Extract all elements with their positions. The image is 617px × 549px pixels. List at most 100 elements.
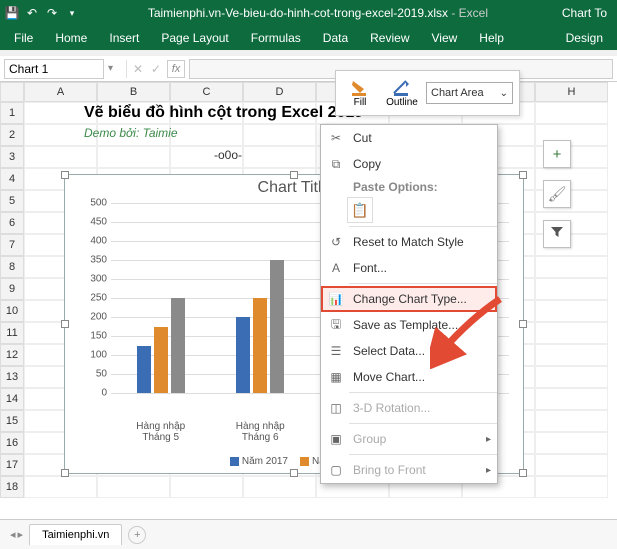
resize-handle[interactable] <box>519 469 527 477</box>
chart-element-select[interactable]: Chart Area ⌄ <box>426 82 513 104</box>
sheet-tab[interactable]: Taimienphi.vn <box>29 524 122 545</box>
menu-reset-style[interactable]: ↺Reset to Match Style <box>321 229 497 255</box>
chart-styles-button[interactable]: 🖌 <box>543 180 571 208</box>
outline-button[interactable]: Outline <box>384 79 420 108</box>
row-header[interactable]: 7 <box>0 234 24 256</box>
tab-file[interactable]: File <box>8 27 39 49</box>
row-header[interactable]: 8 <box>0 256 24 278</box>
cell[interactable] <box>535 432 608 454</box>
row-header[interactable]: 14 <box>0 388 24 410</box>
resize-handle[interactable] <box>519 171 527 179</box>
cell[interactable] <box>243 146 316 168</box>
fill-button[interactable]: Fill <box>342 79 378 108</box>
add-sheet-button[interactable]: + <box>128 526 146 544</box>
cell[interactable] <box>243 476 316 498</box>
cell[interactable] <box>535 102 608 124</box>
bar[interactable] <box>137 346 151 394</box>
cell[interactable] <box>535 410 608 432</box>
resize-handle[interactable] <box>519 320 527 328</box>
tab-view[interactable]: View <box>426 27 464 49</box>
row-header[interactable]: 9 <box>0 278 24 300</box>
namebox-dropdown-icon[interactable]: ▾ <box>108 63 122 74</box>
menu-font[interactable]: AFont... <box>321 255 497 281</box>
qat-dropdown-icon[interactable]: ▾ <box>64 5 80 21</box>
resize-handle[interactable] <box>290 171 298 179</box>
save-icon[interactable]: 💾 <box>4 5 20 21</box>
tab-design[interactable]: Design <box>560 27 609 49</box>
tab-help[interactable]: Help <box>473 27 510 49</box>
row-header[interactable]: 17 <box>0 454 24 476</box>
resize-handle[interactable] <box>290 469 298 477</box>
bar-group[interactable] <box>230 203 290 393</box>
cell[interactable] <box>535 388 608 410</box>
cell[interactable] <box>535 344 608 366</box>
cell[interactable] <box>24 476 97 498</box>
menu-save-template[interactable]: 🖫Save as Template... <box>321 312 497 338</box>
tab-review[interactable]: Review <box>364 27 415 49</box>
tab-data[interactable]: Data <box>317 27 354 49</box>
undo-icon[interactable]: ↶ <box>24 5 40 21</box>
chevron-down-icon: ⌄ <box>500 88 508 99</box>
select-all-corner[interactable] <box>0 82 24 102</box>
cell[interactable] <box>535 256 608 278</box>
row-header[interactable]: 4 <box>0 168 24 190</box>
tab-page-layout[interactable]: Page Layout <box>155 27 234 49</box>
cell[interactable] <box>535 322 608 344</box>
col-header[interactable]: A <box>24 82 97 102</box>
menu-cut[interactable]: ✂Cut <box>321 125 497 151</box>
col-header[interactable]: D <box>243 82 316 102</box>
row-header[interactable]: 16 <box>0 432 24 454</box>
row-header[interactable]: 12 <box>0 344 24 366</box>
chart-filter-button[interactable] <box>543 220 571 248</box>
bar[interactable] <box>270 260 284 393</box>
row-header[interactable]: 18 <box>0 476 24 498</box>
legend-item[interactable]: Năm 2017 <box>230 456 288 467</box>
menu-select-data[interactable]: ☰Select Data... <box>321 338 497 364</box>
col-header[interactable]: H <box>535 82 608 102</box>
cell[interactable] <box>535 300 608 322</box>
bar[interactable] <box>253 298 267 393</box>
cell[interactable] <box>535 454 608 476</box>
paste-option-button[interactable]: 📋 <box>347 197 373 223</box>
row-header[interactable]: 6 <box>0 212 24 234</box>
row-header[interactable]: 15 <box>0 410 24 432</box>
copy-icon: ⧉ <box>327 157 345 172</box>
row-header[interactable]: 5 <box>0 190 24 212</box>
col-header[interactable]: B <box>97 82 170 102</box>
cell[interactable] <box>97 146 170 168</box>
cell[interactable] <box>170 476 243 498</box>
col-header[interactable]: C <box>170 82 243 102</box>
row-header[interactable]: 2 <box>0 124 24 146</box>
row-header[interactable]: 1 <box>0 102 24 124</box>
menu-change-chart-type[interactable]: 📊Change Chart Type... <box>321 286 497 312</box>
cell[interactable] <box>535 366 608 388</box>
resize-handle[interactable] <box>61 469 69 477</box>
tab-insert[interactable]: Insert <box>103 27 145 49</box>
row-header[interactable]: 3 <box>0 146 24 168</box>
cell[interactable] <box>170 124 243 146</box>
tab-formulas[interactable]: Formulas <box>245 27 307 49</box>
bar[interactable] <box>171 298 185 393</box>
fx-button[interactable]: fx <box>167 60 185 78</box>
name-box[interactable] <box>4 59 104 79</box>
bar[interactable] <box>154 327 168 394</box>
cell[interactable] <box>535 476 608 498</box>
cell[interactable] <box>97 476 170 498</box>
sheet-nav-next-icon[interactable]: ▸ <box>18 528 24 541</box>
chart-elements-button[interactable]: + <box>543 140 571 168</box>
resize-handle[interactable] <box>61 171 69 179</box>
bar[interactable] <box>236 317 250 393</box>
sheet-nav-prev-icon[interactable]: ◂ <box>10 528 16 541</box>
menu-move-chart[interactable]: ▦Move Chart... <box>321 364 497 390</box>
menu-copy[interactable]: ⧉Copy <box>321 151 497 177</box>
cell[interactable] <box>243 124 316 146</box>
row-header[interactable]: 11 <box>0 322 24 344</box>
cell[interactable] <box>24 146 97 168</box>
bar-group[interactable] <box>131 203 191 393</box>
row-header[interactable]: 13 <box>0 366 24 388</box>
resize-handle[interactable] <box>61 320 69 328</box>
tab-home[interactable]: Home <box>49 27 93 49</box>
row-header[interactable]: 10 <box>0 300 24 322</box>
redo-icon[interactable]: ↷ <box>44 5 60 21</box>
cell[interactable] <box>535 278 608 300</box>
